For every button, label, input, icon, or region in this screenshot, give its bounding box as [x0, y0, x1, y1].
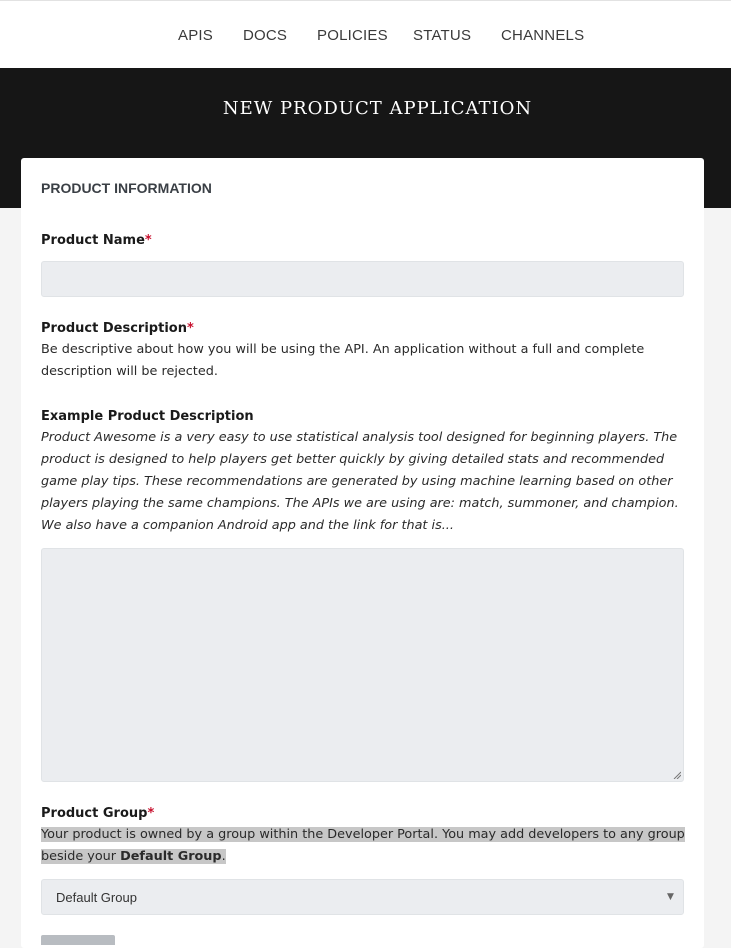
- product-name-input[interactable]: [41, 261, 684, 297]
- help-text-bold: Default Group: [120, 849, 222, 864]
- resize-handle-icon[interactable]: [673, 771, 681, 779]
- product-description-textarea[interactable]: [41, 548, 684, 782]
- required-marker: *: [186, 321, 194, 336]
- product-group-selected-value: Default Group: [56, 890, 137, 905]
- nav-item-status[interactable]: STATUS: [413, 27, 471, 44]
- help-text-after: .: [221, 849, 226, 864]
- nav-item-policies[interactable]: POLICIES: [317, 27, 388, 44]
- product-group-help: Your product is owned by a group within …: [41, 824, 689, 868]
- example-description-text: Product Awesome is a very easy to use st…: [41, 430, 679, 533]
- product-name-label: Product Name*: [41, 233, 152, 248]
- product-group-select[interactable]: [41, 879, 684, 915]
- page-title: NEW PRODUCT APPLICATION: [222, 98, 533, 119]
- chevron-down-icon: ▼: [667, 892, 674, 902]
- nav-item-docs[interactable]: DOCS: [243, 27, 287, 44]
- section-title: PRODUCT INFORMATION: [41, 180, 212, 196]
- required-marker: *: [144, 233, 152, 248]
- submit-button[interactable]: [41, 935, 115, 945]
- required-marker: *: [147, 806, 155, 821]
- product-description-label: Product Description*: [41, 321, 194, 336]
- top-navigation: APIS DOCS POLICIES STATUS CHANNELS: [0, 0, 731, 68]
- nav-item-channels[interactable]: CHANNELS: [501, 27, 584, 44]
- example-description-label: Example Product Description: [41, 409, 254, 424]
- product-description-help: Be descriptive about how you will be usi…: [41, 342, 645, 379]
- nav-item-apis[interactable]: APIS: [178, 27, 213, 44]
- product-group-label: Product Group*: [41, 806, 155, 821]
